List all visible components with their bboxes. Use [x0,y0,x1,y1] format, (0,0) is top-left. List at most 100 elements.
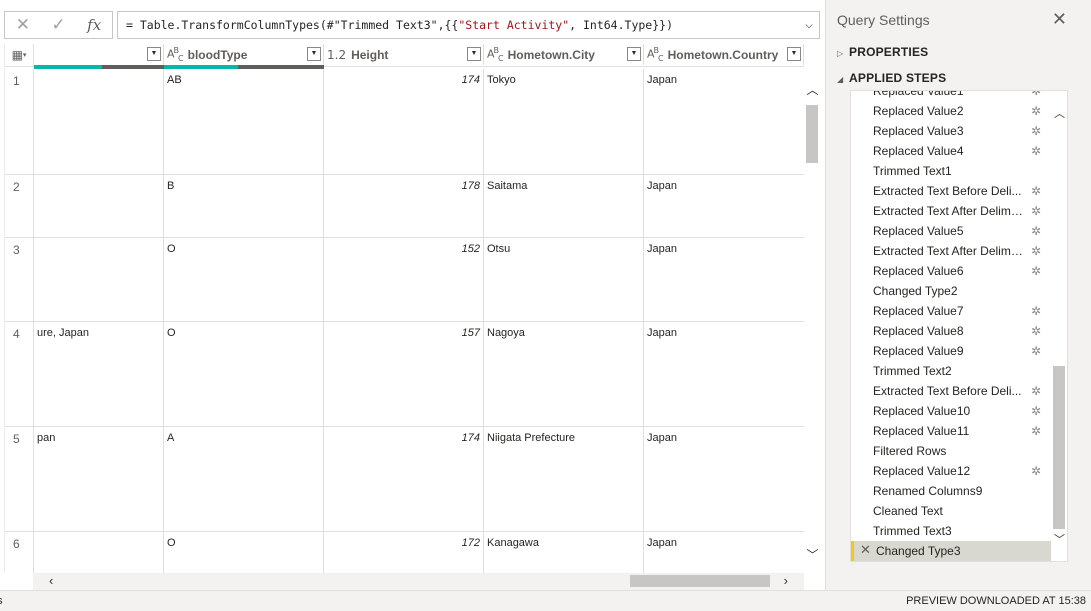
applied-step-item[interactable]: Replaced Value11 ✲ [851,421,1051,441]
gear-icon[interactable]: ✲ [1031,341,1041,361]
scroll-left-icon[interactable]: ‹ [49,573,53,589]
text-type-icon[interactable]: ABC [487,46,504,63]
gear-icon[interactable]: ✲ [1031,91,1041,101]
gear-icon[interactable]: ✲ [1031,241,1041,261]
cell-hidden-column[interactable] [34,69,164,174]
gear-icon[interactable]: ✲ [1031,201,1041,221]
applied-step-item[interactable]: Changed Type2 [851,281,1051,301]
cell-hometown-city[interactable]: Otsu [484,238,644,321]
cell-hidden-column[interactable] [34,238,164,321]
applied-step-item[interactable]: Replaced Value12 ✲ [851,461,1051,481]
filter-dropdown-icon[interactable]: ▼ [627,47,641,61]
filter-dropdown-icon[interactable]: ▼ [307,47,321,61]
filter-dropdown-icon[interactable]: ▼ [787,47,801,61]
gear-icon[interactable]: ✲ [1031,121,1041,141]
column-header-hidden[interactable]: ▼ [34,44,164,65]
gear-icon[interactable]: ✲ [1031,101,1041,121]
scroll-down-icon[interactable]: ﹀ [1054,531,1065,547]
decimal-type-icon[interactable]: 1.2 [327,48,346,62]
expand-triangle-icon[interactable]: ▷ [837,49,849,58]
column-header-height[interactable]: 1.2 Height ▼ [324,44,484,65]
scroll-up-icon[interactable]: ︿ [1054,105,1065,121]
applied-step-item[interactable]: Replaced Value9 ✲ [851,341,1051,361]
applied-step-item[interactable]: Cleaned Text [851,501,1051,521]
applied-step-item[interactable]: Replaced Value2 ✲ [851,101,1051,121]
applied-step-item[interactable]: Replaced Value3 ✲ [851,121,1051,141]
scroll-right-icon[interactable]: › [784,573,788,589]
cell-bloodtype[interactable]: O [164,322,324,426]
column-header-bloodtype[interactable]: ABC bloodType ▼ [164,44,324,65]
gear-icon[interactable]: ✲ [1031,381,1041,401]
cancel-icon[interactable]: ✕ [5,12,41,38]
grid-horizontal-scrollbar[interactable]: ‹ › [33,573,804,590]
cell-height[interactable]: 152 [324,238,484,321]
cell-hometown-city[interactable]: Niigata Prefecture [484,427,644,531]
applied-step-item[interactable]: Extracted Text Before Deli... ✲ [851,381,1051,401]
cell-height[interactable]: 172 [324,532,484,573]
applied-step-item[interactable]: Filtered Rows [851,441,1051,461]
cell-height[interactable]: 157 [324,322,484,426]
scrollbar-thumb[interactable] [806,105,818,163]
applied-step-item[interactable]: Replaced Value1 ✲ [851,91,1051,101]
cell-hometown-city[interactable]: Saitama [484,175,644,237]
applied-step-item[interactable]: Trimmed Text1 [851,161,1051,181]
cell-hometown-city[interactable]: Nagoya [484,322,644,426]
applied-step-item[interactable]: Replaced Value5 ✲ [851,221,1051,241]
steps-scrollbar[interactable]: ︿ ﹀ [1051,91,1067,561]
cell-hometown-country[interactable]: Japan [644,322,804,426]
collapse-triangle-icon[interactable]: ◢ [837,75,849,84]
scrollbar-thumb[interactable] [630,575,770,587]
formula-input[interactable]: = Table.TransformColumnTypes(#"Trimmed T… [117,11,820,39]
cell-bloodtype[interactable]: A [164,427,324,531]
delete-step-icon[interactable]: ✕ [860,541,871,561]
chevron-down-icon[interactable]: ⌵ [805,12,813,38]
gear-icon[interactable]: ✲ [1031,141,1041,161]
applied-step-item[interactable]: Extracted Text After Delimi... ✲ [851,201,1051,221]
text-type-icon[interactable]: ABC [647,46,664,63]
applied-step-item[interactable]: Replaced Value7 ✲ [851,301,1051,321]
gear-icon[interactable]: ✲ [1031,421,1041,441]
table-menu-icon[interactable]: ▦ ▾ [5,44,34,65]
cell-hometown-country[interactable]: Japan [644,175,804,237]
applied-step-item[interactable]: Replaced Value8 ✲ [851,321,1051,341]
applied-step-item[interactable]: Replaced Value4 ✲ [851,141,1051,161]
applied-step-item[interactable]: Replaced Value10 ✲ [851,401,1051,421]
cell-hidden-column[interactable]: pan [34,427,164,531]
applied-step-item[interactable]: Trimmed Text2 [851,361,1051,381]
fx-icon[interactable]: fx [76,12,112,38]
cell-hometown-city[interactable]: Tokyo [484,69,644,174]
cell-bloodtype[interactable]: O [164,238,324,321]
commit-icon[interactable]: ✓ [41,12,77,38]
scrollbar-thumb[interactable] [1053,366,1065,529]
gear-icon[interactable]: ✲ [1031,461,1041,481]
cell-bloodtype[interactable]: B [164,175,324,237]
properties-section[interactable]: ▷ PROPERTIES [837,45,928,59]
close-icon[interactable]: ✕ [1052,9,1067,30]
cell-hometown-country[interactable]: Japan [644,427,804,531]
cell-height[interactable]: 174 [324,69,484,174]
column-header-hometown-city[interactable]: ABC Hometown.City ▼ [484,44,644,65]
cell-bloodtype[interactable]: O [164,532,324,573]
applied-step-item[interactable]: Extracted Text After Delimi... ✲ [851,241,1051,261]
applied-steps-section[interactable]: ◢ APPLIED STEPS [837,71,946,85]
cell-hometown-country[interactable]: Japan [644,238,804,321]
gear-icon[interactable]: ✲ [1031,221,1041,241]
gear-icon[interactable]: ✲ [1031,321,1041,341]
gear-icon[interactable]: ✲ [1031,301,1041,321]
scroll-down-icon[interactable]: ﹀ [804,546,821,563]
applied-step-item[interactable]: ✕ Changed Type3 [851,541,1051,561]
grid-vertical-scrollbar[interactable]: ︿ ﹀ [804,67,821,573]
applied-step-item[interactable]: Trimmed Text3 [851,521,1051,541]
gear-icon[interactable]: ✲ [1031,261,1041,281]
cell-hidden-column[interactable]: ure, Japan [34,322,164,426]
cell-hometown-city[interactable]: Kanagawa [484,532,644,573]
applied-step-item[interactable]: Replaced Value6 ✲ [851,261,1051,281]
cell-hidden-column[interactable] [34,175,164,237]
text-type-icon[interactable]: ABC [167,46,184,63]
cell-hometown-country[interactable]: Japan [644,69,804,174]
applied-step-item[interactable]: Renamed Columns9 [851,481,1051,501]
cell-height[interactable]: 178 [324,175,484,237]
cell-hidden-column[interactable] [34,532,164,573]
cell-bloodtype[interactable]: AB [164,69,324,174]
gear-icon[interactable]: ✲ [1031,401,1041,421]
